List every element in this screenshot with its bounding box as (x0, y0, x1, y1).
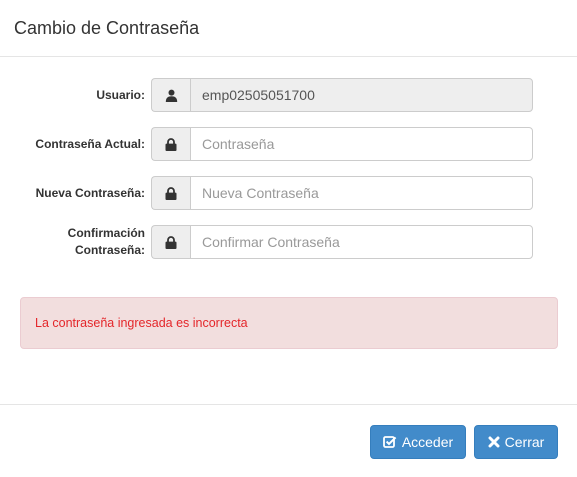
new-password-label: Nueva Contraseña: (35, 185, 145, 200)
error-alert: La contraseña ingresada es incorrecta (20, 297, 558, 349)
confirm-password-addon (151, 225, 190, 259)
lock-icon (165, 137, 177, 151)
usuario-input-group (151, 78, 533, 112)
acceder-button[interactable]: Acceder (370, 425, 466, 459)
confirm-password-label-line1: Confirmación (67, 226, 145, 240)
usuario-label: Usuario: (96, 87, 145, 102)
new-password-row: Nueva Contraseña: (0, 176, 577, 210)
modal-header: Cambio de Contraseña (0, 0, 577, 57)
usuario-row: Usuario: (0, 78, 577, 112)
modal-body: Usuario: Contraseña Actual: (0, 57, 577, 404)
lock-icon (165, 235, 177, 249)
current-password-addon (151, 127, 190, 161)
confirm-password-label: Confirmación Contraseña: (68, 225, 145, 259)
confirm-password-label-line2: Contraseña: (74, 243, 145, 257)
confirm-password-field[interactable] (190, 225, 533, 259)
confirm-password-input-group (151, 225, 533, 259)
modal-title: Cambio de Contraseña (14, 18, 200, 38)
modal-footer: Acceder Cerrar (0, 404, 577, 477)
user-icon (165, 89, 178, 102)
confirm-password-row: Confirmación Contraseña: (0, 225, 577, 259)
usuario-field[interactable] (190, 78, 533, 112)
close-icon (488, 436, 500, 448)
current-password-field[interactable] (190, 127, 533, 161)
acceder-label: Acceder (401, 434, 454, 450)
cerrar-button[interactable]: Cerrar (474, 425, 558, 459)
error-message: La contraseña ingresada es incorrecta (35, 316, 248, 330)
usuario-addon (151, 78, 190, 112)
cerrar-label: Cerrar (504, 434, 545, 450)
new-password-field[interactable] (190, 176, 533, 210)
current-password-label: Contraseña Actual: (35, 136, 145, 151)
new-password-addon (151, 176, 190, 210)
current-password-input-group (151, 127, 533, 161)
current-password-row: Contraseña Actual: (0, 127, 577, 161)
new-password-input-group (151, 176, 533, 210)
check-square-icon (382, 435, 397, 449)
password-change-modal: Cambio de Contraseña Usuario: Contr (0, 0, 577, 477)
lock-icon (165, 186, 177, 200)
